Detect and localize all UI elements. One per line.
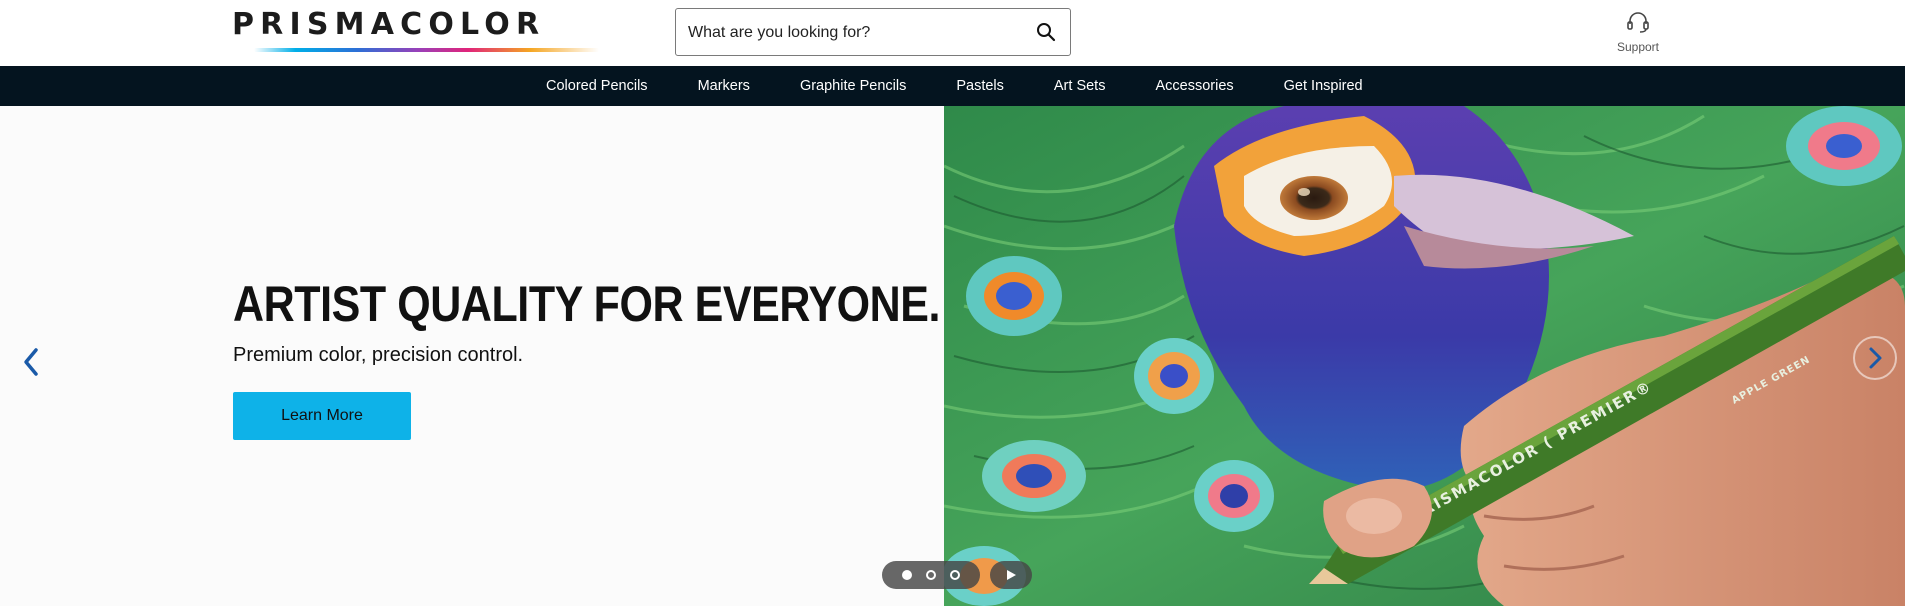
hero-image-peacock: PRISMACOLOR ( PREMIER® APPLE GREEN [944, 106, 1905, 606]
site-header: PRISMACOLOR Support [0, 0, 1905, 66]
carousel-dot-2[interactable] [926, 570, 936, 580]
peacock-illustration: PRISMACOLOR ( PREMIER® APPLE GREEN [944, 106, 1905, 606]
search-button[interactable] [1028, 15, 1064, 49]
logo-wordmark: PRISMACOLOR [232, 7, 546, 42]
carousel-play-button[interactable] [990, 561, 1032, 589]
hero-copy: ARTIST QUALITY FOR EVERYONE. Premium col… [233, 276, 1055, 440]
nav-item-markers[interactable]: Markers [698, 78, 750, 94]
nav-item-colored-pencils[interactable]: Colored Pencils [546, 78, 648, 94]
nav-item-art-sets[interactable]: Art Sets [1054, 78, 1106, 94]
nav-item-get-inspired[interactable]: Get Inspired [1284, 78, 1363, 94]
chevron-left-icon [24, 348, 38, 376]
main-nav: Colored Pencils Markers Graphite Pencils… [0, 66, 1905, 106]
support-label: Support [1616, 40, 1660, 54]
hero-carousel: ARTIST QUALITY FOR EVERYONE. Premium col… [0, 106, 1905, 606]
learn-more-button[interactable]: Learn More [233, 392, 411, 440]
nav-item-pastels[interactable]: Pastels [956, 78, 1004, 94]
search-icon [1037, 23, 1056, 42]
nav-list: Colored Pencils Markers Graphite Pencils… [521, 66, 1388, 106]
chevron-right-icon [1869, 347, 1882, 369]
carousel-prev-button[interactable] [16, 342, 46, 382]
nav-item-accessories[interactable]: Accessories [1155, 78, 1233, 94]
hero-subhead: Premium color, precision control. [233, 344, 524, 366]
play-icon [1007, 570, 1016, 580]
prismacolor-logo[interactable]: PRISMACOLOR [232, 8, 616, 54]
logo-color-stripe [254, 48, 599, 52]
support-link[interactable]: Support [1614, 10, 1662, 56]
carousel-pagination [882, 561, 980, 589]
headset-icon [1627, 12, 1649, 33]
hero-headline: ARTIST QUALITY FOR EVERYONE. [233, 276, 941, 332]
search-box [675, 8, 1071, 57]
search-input[interactable] [686, 9, 1010, 57]
carousel-dot-3[interactable] [950, 570, 960, 580]
nav-item-graphite-pencils[interactable]: Graphite Pencils [800, 78, 906, 94]
carousel-dot-1[interactable] [902, 570, 912, 580]
carousel-next-button[interactable] [1853, 336, 1897, 380]
